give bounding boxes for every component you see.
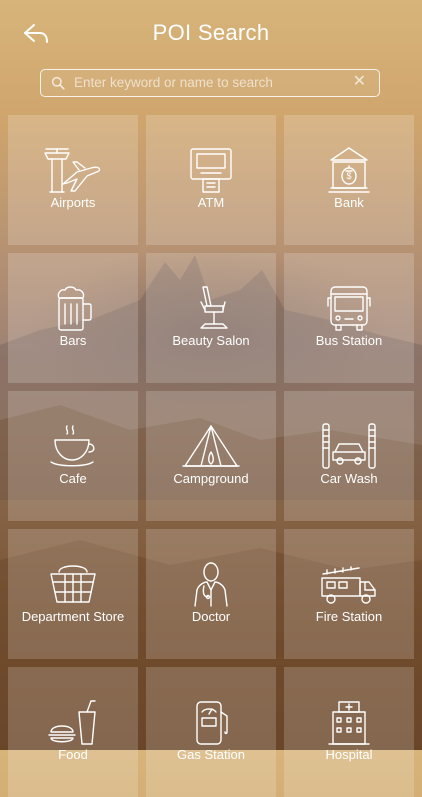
poi-tile-bars[interactable]: Bars: [8, 253, 138, 383]
car-wash-icon: [322, 423, 376, 469]
tile-label: Bars: [59, 333, 87, 348]
tile-label: Cafe: [59, 471, 87, 486]
search-input[interactable]: [74, 70, 344, 95]
tile-label: Airports: [50, 195, 96, 210]
tile-label: Campground: [173, 471, 249, 486]
poi-tile-cafe[interactable]: Cafe: [8, 391, 138, 521]
fire-truck-icon: [321, 566, 376, 604]
poi-tile-doctor[interactable]: Doctor: [146, 529, 276, 659]
food-icon: [48, 700, 96, 745]
poi-tile-hospital[interactable]: Hospital: [284, 667, 414, 797]
tile-label: Hospital: [325, 747, 373, 762]
clear-icon[interactable]: ✕: [353, 73, 366, 91]
tent-icon: [182, 425, 240, 467]
tile-label: Beauty Salon: [172, 333, 250, 348]
coffee-cup-icon: [50, 425, 95, 467]
header: POI Search: [0, 0, 422, 70]
poi-tile-food[interactable]: Food: [8, 667, 138, 797]
poi-tile-atm[interactable]: ATM: [146, 115, 276, 245]
tile-label: Department Store: [21, 609, 125, 624]
page-title: POI Search: [152, 20, 270, 45]
search-bar[interactable]: ✕: [40, 69, 380, 97]
tile-label: Fire Station: [315, 609, 383, 624]
tile-label: Bus Station: [315, 333, 383, 348]
tile-label: Food: [58, 747, 88, 762]
poi-tile-gas-station[interactable]: Gas Station: [146, 667, 276, 797]
bank-icon: $: [328, 147, 370, 193]
poi-tile-fire-station[interactable]: Fire Station: [284, 529, 414, 659]
hospital-icon: [328, 701, 370, 745]
tile-label: Bank: [334, 195, 364, 210]
poi-tile-bank[interactable]: $ Bank: [284, 115, 414, 245]
gas-pump-icon: [196, 701, 228, 745]
tile-label: ATM: [197, 195, 225, 210]
poi-tile-airports[interactable]: Airports: [8, 115, 138, 245]
poi-tile-car-wash[interactable]: Car Wash: [284, 391, 414, 521]
shopping-basket-icon: [50, 565, 96, 603]
poi-tile-campground[interactable]: Campground: [146, 391, 276, 521]
beer-mug-icon: [57, 286, 92, 331]
airport-icon: [44, 148, 101, 193]
svg-text:$: $: [346, 171, 351, 181]
poi-tile-beauty-salon[interactable]: Beauty Salon: [146, 253, 276, 383]
salon-chair-icon: [200, 286, 228, 329]
poi-tile-department-store[interactable]: Department Store: [8, 529, 138, 659]
tile-label: Doctor: [191, 609, 231, 624]
doctor-icon: [194, 562, 228, 607]
tile-label: Car Wash: [320, 471, 378, 486]
poi-tile-bus-station[interactable]: Bus Station: [284, 253, 414, 383]
search-icon: [51, 76, 65, 90]
bus-icon: [327, 286, 371, 331]
tile-label: Gas Station: [177, 747, 245, 762]
atm-icon: [190, 148, 232, 193]
